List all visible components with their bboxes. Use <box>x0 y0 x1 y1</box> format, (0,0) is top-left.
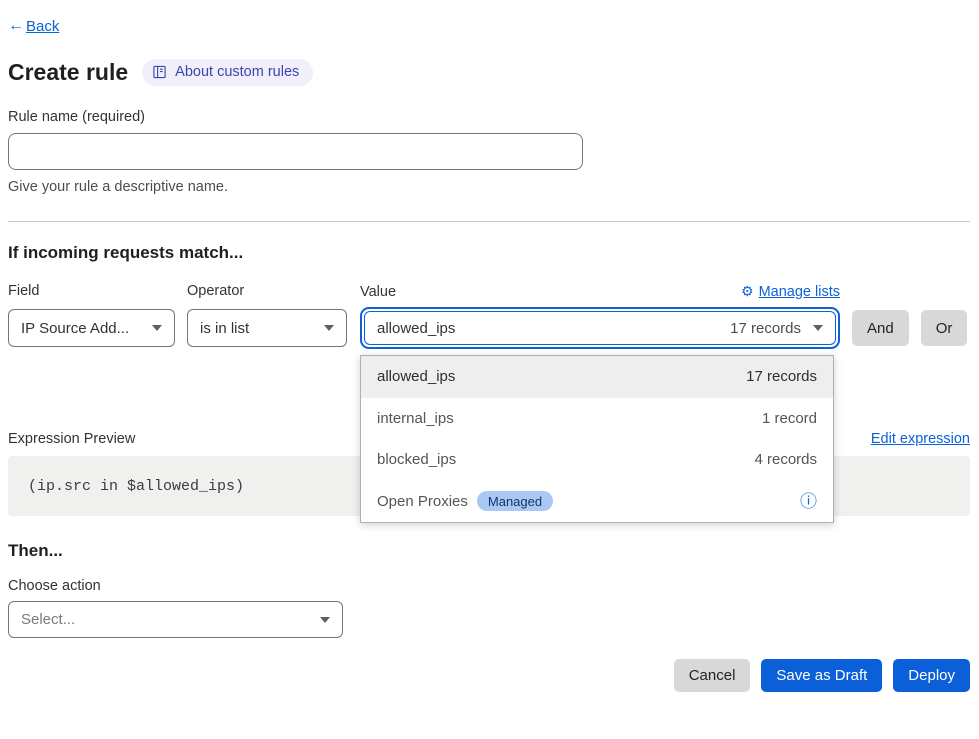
list-option-records: 4 records <box>754 451 817 468</box>
value-select-records: 17 records <box>730 320 801 337</box>
operator-select[interactable]: is in list <box>187 309 347 347</box>
list-option-records: 17 records <box>746 368 817 385</box>
expression-code: (ip.src in $allowed_ips) <box>8 478 244 495</box>
operator-select-value: is in list <box>200 320 249 337</box>
expression-preview-label: Expression Preview <box>8 431 135 447</box>
back-arrow-icon: ← <box>8 17 24 35</box>
section-divider <box>8 221 970 222</box>
rule-name-input[interactable] <box>8 133 583 170</box>
edit-expression-link[interactable]: Edit expression <box>871 431 970 447</box>
manage-lists-link[interactable]: ⚙ Manage lists <box>741 283 840 300</box>
then-section-heading: Then... <box>8 541 970 561</box>
field-select[interactable]: IP Source Add... <box>8 309 175 347</box>
list-option-open-proxies[interactable]: Open Proxies Managed ⓘ <box>361 481 833 523</box>
value-select-focus-ring: allowed_ips 17 records <box>360 307 840 349</box>
deploy-button[interactable]: Deploy <box>893 659 970 692</box>
list-dropdown: allowed_ips 17 records internal_ips 1 re… <box>360 355 834 523</box>
book-icon <box>152 65 167 79</box>
about-custom-rules-label: About custom rules <box>175 64 299 80</box>
page-title: Create rule <box>8 59 128 86</box>
list-option-name: internal_ips <box>377 410 454 427</box>
value-select-value: allowed_ips <box>377 320 455 337</box>
list-option-name: blocked_ips <box>377 451 456 468</box>
list-option-internal-ips[interactable]: internal_ips 1 record <box>361 398 833 440</box>
chevron-down-icon <box>320 617 330 623</box>
cancel-button[interactable]: Cancel <box>674 659 751 692</box>
field-select-value: IP Source Add... <box>21 320 129 337</box>
match-section-heading: If incoming requests match... <box>8 243 970 263</box>
action-select[interactable]: Select... <box>8 601 343 638</box>
operator-label: Operator <box>187 283 360 300</box>
value-label: Value <box>360 284 396 300</box>
choose-action-label: Choose action <box>8 578 970 594</box>
list-option-allowed-ips[interactable]: allowed_ips 17 records <box>361 356 833 398</box>
save-as-draft-button[interactable]: Save as Draft <box>761 659 882 692</box>
list-option-blocked-ips[interactable]: blocked_ips 4 records <box>361 439 833 481</box>
list-option-name: allowed_ips <box>377 368 455 385</box>
action-select-placeholder: Select... <box>21 611 75 628</box>
field-label: Field <box>8 283 187 300</box>
back-link-label: Back <box>26 18 59 35</box>
chevron-down-icon <box>813 325 823 331</box>
list-option-records: 1 record <box>762 410 817 427</box>
value-select[interactable]: allowed_ips 17 records <box>364 311 836 345</box>
back-link[interactable]: ←Back <box>8 17 59 35</box>
chevron-down-icon <box>324 325 334 331</box>
rule-name-help: Give your rule a descriptive name. <box>8 179 970 195</box>
info-icon[interactable]: ⓘ <box>800 493 817 510</box>
or-button[interactable]: Or <box>921 310 968 346</box>
rule-name-label: Rule name (required) <box>8 109 970 125</box>
create-rule-page: ←Back Create rule About custom rules Rul… <box>0 0 979 692</box>
list-option-name: Open Proxies <box>377 493 468 510</box>
gear-icon: ⚙ <box>741 283 754 300</box>
and-button[interactable]: And <box>852 310 909 346</box>
manage-lists-label: Manage lists <box>759 284 840 300</box>
about-custom-rules-link[interactable]: About custom rules <box>142 59 313 86</box>
managed-badge: Managed <box>477 491 553 511</box>
chevron-down-icon <box>152 325 162 331</box>
